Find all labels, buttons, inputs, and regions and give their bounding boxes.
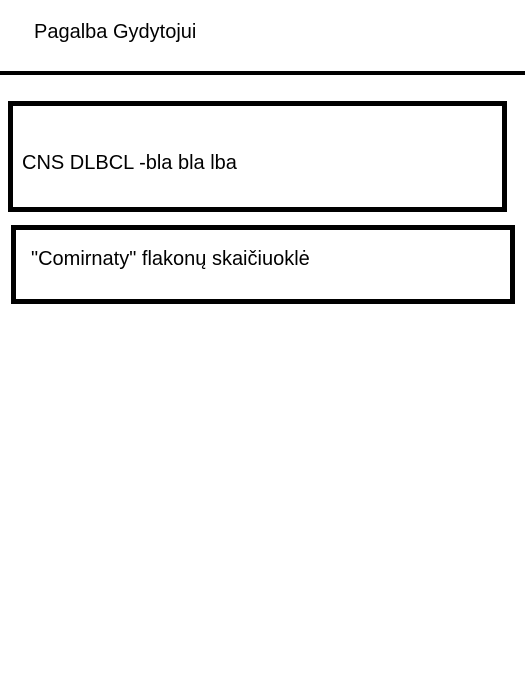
menu-item-comirnaty-calculator[interactable]: "Comirnaty" flakonų skaičiuoklė bbox=[11, 225, 515, 304]
menu-item-cns-dlbcl[interactable]: CNS DLBCL -bla bla lba bbox=[8, 101, 507, 212]
app-title: Pagalba Gydytojui bbox=[34, 21, 197, 43]
menu-item-label: CNS DLBCL -bla bla lba bbox=[22, 152, 237, 174]
header-divider bbox=[0, 71, 525, 75]
menu-item-label: "Comirnaty" flakonų skaičiuoklė bbox=[31, 248, 310, 270]
